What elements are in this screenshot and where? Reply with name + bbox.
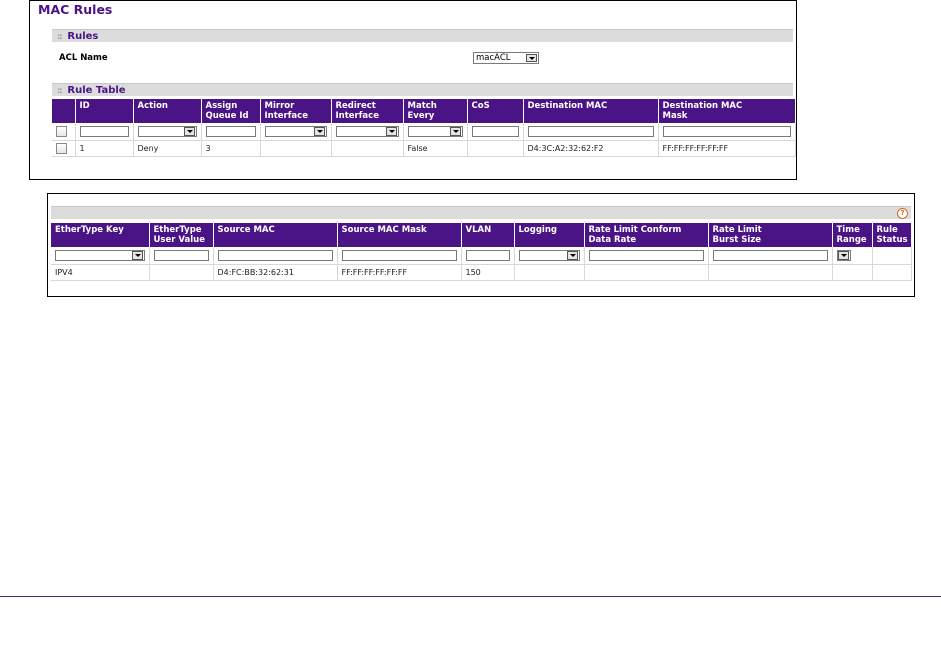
grip-icon: ::	[57, 86, 63, 95]
select-all-cell	[52, 123, 76, 141]
cell-match-every: False	[403, 140, 468, 157]
column-header-mirror-interface: Mirror Interface	[260, 99, 332, 123]
extended-header-row: EtherType Key EtherType User Value Source…	[51, 223, 912, 247]
logging-select[interactable]	[518, 250, 580, 261]
column-header-ethertype-user-value: EtherType User Value	[149, 223, 214, 247]
cell-ethertype-user-value	[149, 264, 214, 281]
cell-logging	[514, 264, 585, 281]
column-header-destination-mac: Destination MAC	[523, 99, 659, 123]
cell-action: Deny	[133, 140, 202, 157]
help-icon[interactable]: ?	[897, 208, 908, 219]
cell-time-range	[832, 264, 873, 281]
chevron-down-icon	[837, 251, 849, 260]
acl-name-label: ACL Name	[59, 53, 108, 63]
cell-id: 1	[75, 140, 134, 157]
filter-row	[52, 123, 796, 141]
column-header-time-range: Time Range	[832, 223, 873, 247]
select-all-checkbox[interactable]	[56, 126, 67, 137]
cell-rule-status	[872, 264, 912, 281]
select-column-header	[52, 99, 76, 123]
rule-table-extended-panel: ? EtherType Key EtherType User Value Sour…	[47, 193, 915, 297]
rate-limit-conform-input[interactable]	[588, 250, 704, 261]
column-header-id: ID	[75, 99, 134, 123]
time-range-select[interactable]	[836, 250, 851, 261]
mirror-interface-select[interactable]	[264, 126, 327, 137]
vlan-input[interactable]	[465, 250, 510, 261]
cell-assign-queue-id: 3	[201, 140, 261, 157]
mac-rules-panel: MAC Rules :: Rules ACL Name macACL :: Rule…	[29, 0, 797, 180]
column-header-ethertype-key: EtherType Key	[51, 223, 150, 247]
cell-redirect-interface	[331, 140, 404, 157]
column-header-destination-mac-mask: Destination MAC Mask	[658, 99, 796, 123]
ethertype-user-value-input[interactable]	[153, 250, 209, 261]
rule-table-section-header: :: Rule Table	[52, 83, 793, 96]
column-header-rule-status: Rule Status	[872, 223, 912, 247]
cell-source-mac-mask: FF:FF:FF:FF:FF:FF	[337, 264, 462, 281]
row-checkbox[interactable]	[56, 143, 67, 154]
chevron-down-icon	[313, 127, 325, 136]
column-header-action: Action	[133, 99, 202, 123]
rule-status-filter-cell	[872, 247, 912, 265]
cell-mirror-interface	[260, 140, 332, 157]
page-title: MAC Rules	[38, 2, 113, 17]
ethertype-key-select[interactable]	[55, 250, 145, 261]
destination-mac-input[interactable]	[527, 126, 654, 137]
rule-table-section-title: Rule Table	[67, 85, 126, 96]
cell-rate-limit-burst	[708, 264, 833, 281]
column-header-source-mac: Source MAC	[213, 223, 338, 247]
column-header-redirect-interface: Redirect Interface	[331, 99, 404, 123]
id-input[interactable]	[79, 126, 129, 137]
cell-vlan: 150	[461, 264, 515, 281]
column-header-logging: Logging	[514, 223, 585, 247]
chevron-down-icon	[449, 127, 461, 136]
assign-queue-id-input[interactable]	[205, 126, 256, 137]
extended-filter-row	[51, 247, 912, 265]
cell-destination-mac-mask: FF:FF:FF:FF:FF:FF	[658, 140, 796, 157]
column-header-rate-limit-conform: Rate Limit Conform Data Rate	[584, 223, 709, 247]
rule-table-header-row: ID Action Assign Queue Id Mirror Interface…	[52, 99, 796, 123]
rules-section-header: :: Rules	[52, 29, 793, 42]
source-mac-input[interactable]	[217, 250, 333, 261]
table-row: 1 Deny 3 False D4:3C:A2:32:62:F2 FF:FF:F…	[52, 140, 796, 157]
acl-name-value: macACL	[476, 53, 511, 63]
rule-table: ID Action Assign Queue Id Mirror Interface…	[52, 99, 796, 157]
footer-divider	[0, 596, 941, 597]
chevron-down-icon	[183, 127, 195, 136]
rate-limit-burst-input[interactable]	[712, 250, 828, 261]
chevron-down-icon	[566, 251, 578, 260]
acl-name-select[interactable]: macACL	[473, 52, 539, 64]
cell-destination-mac: D4:3C:A2:32:62:F2	[523, 140, 659, 157]
match-every-select[interactable]	[407, 126, 463, 137]
column-header-match-every: Match Every	[403, 99, 468, 123]
cell-rate-limit-conform	[584, 264, 709, 281]
column-header-cos: CoS	[467, 99, 524, 123]
extended-rule-table: EtherType Key EtherType User Value Source…	[51, 223, 912, 281]
table-row: IPV4 D4:FC:BB:32:62:31 FF:FF:FF:FF:FF:FF…	[51, 264, 912, 281]
rules-section-title: Rules	[67, 31, 99, 42]
cell-source-mac: D4:FC:BB:32:62:31	[213, 264, 338, 281]
redirect-interface-select[interactable]	[335, 126, 399, 137]
cell-cos	[467, 140, 524, 157]
column-header-assign-queue-id: Assign Queue Id	[201, 99, 261, 123]
column-header-vlan: VLAN	[461, 223, 515, 247]
chevron-down-icon	[385, 127, 397, 136]
chevron-down-icon	[526, 54, 537, 62]
destination-mac-mask-input[interactable]	[662, 126, 791, 137]
source-mac-mask-input[interactable]	[341, 250, 457, 261]
action-select[interactable]	[137, 126, 197, 137]
column-header-rate-limit-burst: Rate Limit Burst Size	[708, 223, 833, 247]
extended-section-header	[51, 206, 911, 219]
cos-input[interactable]	[471, 126, 519, 137]
chevron-down-icon	[131, 251, 143, 260]
column-header-source-mac-mask: Source MAC Mask	[337, 223, 462, 247]
grip-icon: ::	[57, 32, 63, 41]
cell-ethertype-key: IPV4	[51, 264, 150, 281]
